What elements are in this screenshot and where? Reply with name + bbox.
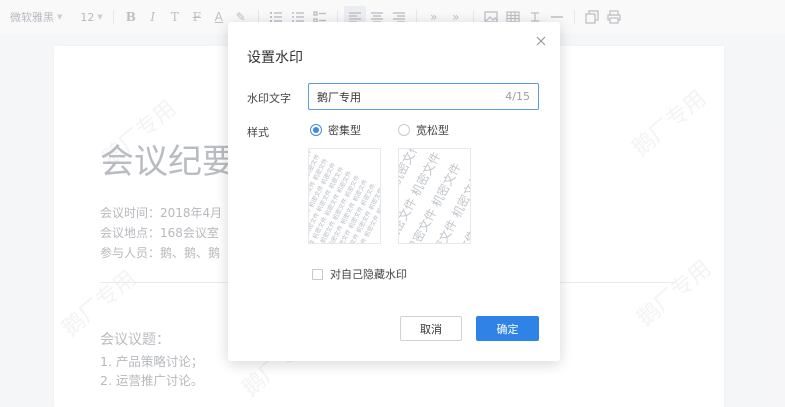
checkbox-unchecked-icon[interactable] <box>312 268 323 280</box>
radio-checked-icon <box>310 124 322 136</box>
radio-unchecked-icon <box>398 124 410 136</box>
style-label: 样式 <box>247 126 269 139</box>
hide-for-self-label: 对自己隐藏水印 <box>330 268 407 281</box>
watermark-text-input[interactable]: 鹅厂专用 4/15 <box>308 83 539 110</box>
dense-style-preview[interactable]: 机密文件 机密文件 机密文件 机密文件 机密文件 机密文件 机密文件 机密文件 … <box>308 148 381 244</box>
cancel-button[interactable]: 取消 <box>400 316 462 341</box>
char-counter: 4/15 <box>505 90 530 103</box>
style-option-label: 宽松型 <box>416 124 449 137</box>
style-option-dense[interactable]: 密集型 <box>310 122 361 138</box>
confirm-button[interactable]: 确定 <box>476 316 539 341</box>
hide-for-self-option[interactable]: 对自己隐藏水印 <box>312 266 407 282</box>
style-option-label: 密集型 <box>328 124 361 137</box>
loose-style-preview[interactable]: 机密文件 机密文件 机密文件 机密文件 机密文件 机密文件 机密文件 机密文件 … <box>398 148 471 244</box>
style-option-loose[interactable]: 宽松型 <box>398 122 449 138</box>
loose-pattern: 机密文件 机密文件 机密文件 机密文件 机密文件 机密文件 机密文件 机密文件 … <box>399 149 470 243</box>
close-icon[interactable] <box>534 34 548 48</box>
dialog-title: 设置水印 <box>247 50 303 66</box>
watermark-text-value: 鹅厂专用 <box>317 90 361 104</box>
dense-pattern: 机密文件 机密文件 机密文件 机密文件 机密文件 机密文件 机密文件 机密文件 … <box>309 149 380 243</box>
watermark-text-label: 水印文字 <box>247 92 291 105</box>
watermark-dialog: 设置水印 水印文字 鹅厂专用 4/15 样式 密集型 宽松型 机密文件 机密文件… <box>228 22 560 361</box>
